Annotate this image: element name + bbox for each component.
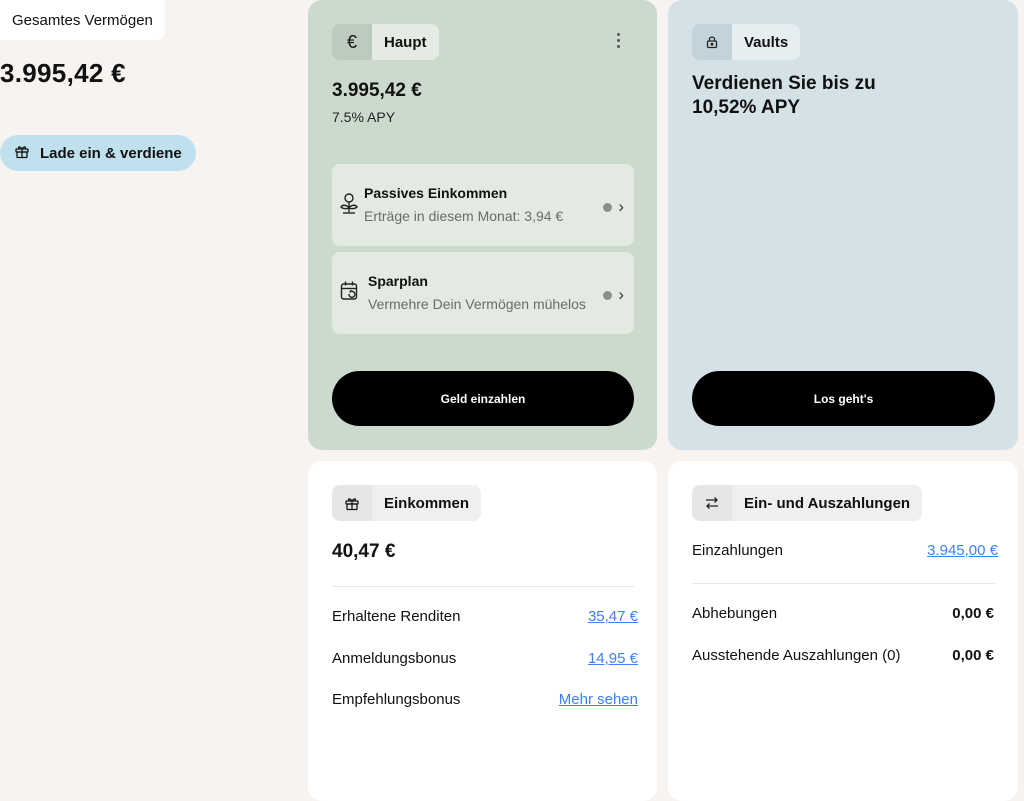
invite-earn-label: Lade ein & verdiene (40, 144, 182, 162)
sprout-coin-icon (338, 192, 360, 216)
income-row-label: Anmeldungsbonus (332, 650, 457, 667)
deposits-value-link[interactable]: 3.945,00 € (927, 542, 998, 559)
gift-icon (332, 485, 372, 521)
more-options-icon[interactable] (608, 30, 628, 54)
income-row-value-link[interactable]: 14,95 € (588, 650, 638, 667)
income-row-label: Erhaltene Renditen (332, 608, 461, 625)
pending-withdrawals-label: Ausstehende Auszahlungen (0) (692, 647, 901, 664)
vaults-tab-label: Vaults (732, 24, 801, 60)
gift-icon (14, 143, 30, 163)
vaults-tab[interactable]: Vaults (692, 24, 801, 60)
income-row-value-link[interactable]: 35,47 € (588, 608, 638, 625)
savings-plan-title: Sparplan (368, 273, 428, 289)
deposits-withdrawals-tab-label: Ein- und Auszahlungen (732, 485, 923, 521)
invite-earn-button[interactable]: Lade ein & verdiene (0, 135, 196, 171)
income-row-referral-bonus: Empfehlungsbonus Mehr sehen (332, 691, 638, 708)
deposits-withdrawals-card: Ein- und Auszahlungen Einzahlungen 3.945… (668, 461, 1018, 801)
vaults-headline: Verdienen Sie bis zu 10,52% APY (692, 73, 876, 118)
divider (692, 583, 995, 584)
swap-arrows-icon (692, 485, 732, 521)
main-account-card: € Haupt 3.995,42 € 7.5% APY Passives Ein… (308, 0, 657, 450)
passive-income-title: Passives Einkommen (364, 185, 508, 201)
income-total: 40,47 € (332, 541, 396, 562)
savings-plan-subtitle: Vermehre Dein Vermögen mühelos (368, 296, 586, 312)
deposits-withdrawals-tab[interactable]: Ein- und Auszahlungen (692, 485, 923, 521)
main-account-tab-label: Haupt (372, 24, 439, 60)
pending-withdrawals-value: 0,00 € (952, 647, 994, 664)
calendar-repeat-icon (340, 280, 362, 304)
income-row-returns: Erhaltene Renditen 35,47 € (332, 608, 638, 625)
main-apy: 7.5% APY (332, 109, 396, 125)
savings-plan-row[interactable]: Sparplan Vermehre Dein Vermögen mühelos … (332, 252, 634, 334)
main-balance: 3.995,42 € (332, 80, 422, 101)
status-dot (603, 291, 612, 300)
see-more-link[interactable]: Mehr sehen (559, 691, 638, 708)
income-card: Einkommen 40,47 € Erhaltene Renditen 35,… (308, 461, 657, 801)
income-row-signup-bonus: Anmeldungsbonus 14,95 € (332, 650, 638, 667)
get-started-button[interactable]: Los geht's (692, 371, 995, 426)
withdrawals-label: Abhebungen (692, 605, 778, 622)
total-assets-value: 3.995,42 € (0, 58, 126, 88)
lock-icon (692, 24, 732, 60)
withdrawals-value: 0,00 € (952, 605, 994, 622)
main-account-tab[interactable]: € Haupt (332, 24, 439, 60)
income-row-label: Empfehlungsbonus (332, 691, 461, 708)
deposits-row: Einzahlungen 3.945,00 € (692, 542, 998, 559)
total-assets-label: Gesamtes Vermögen (0, 0, 165, 40)
vaults-card: Vaults Verdienen Sie bis zu 10,52% APY L… (668, 0, 1018, 450)
deposit-money-button[interactable]: Geld einzahlen (332, 371, 634, 426)
chevron-right-icon: › (618, 285, 624, 304)
income-tab-label: Einkommen (372, 485, 482, 521)
deposits-label: Einzahlungen (692, 542, 783, 559)
euro-icon: € (332, 24, 372, 60)
income-tab[interactable]: Einkommen (332, 485, 482, 521)
passive-income-row[interactable]: Passives Einkommen Erträge in diesem Mon… (332, 164, 634, 246)
passive-income-subtitle: Erträge in diesem Monat: 3,94 € (364, 208, 564, 224)
divider (332, 586, 634, 587)
withdrawals-row: Abhebungen 0,00 € (692, 605, 994, 622)
status-dot (603, 203, 612, 212)
pending-withdrawals-row: Ausstehende Auszahlungen (0) 0,00 € (692, 647, 994, 664)
chevron-right-icon: › (618, 197, 624, 216)
